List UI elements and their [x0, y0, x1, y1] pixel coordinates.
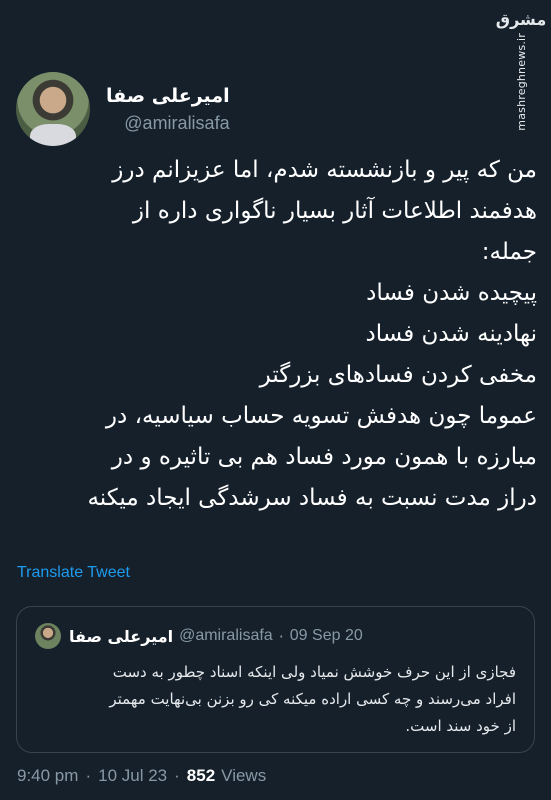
quoted-tweet-text: فجازی از این حرف خوشش نمیاد ولی اینکه اس… [33, 659, 516, 740]
author-names: امیرعلی صفا @amiralisafa [106, 85, 230, 134]
tweet-meta: 9:40 pm · 10 Jul 23 · 852 Views [17, 766, 266, 786]
quoted-line: فجازی از این حرف خوشش نمیاد ولی اینکه اس… [112, 663, 516, 681]
tweet-line: نهادینه شدن فساد [365, 321, 537, 347]
quoted-line: افراد می‌رسند و چه کسی اراده میکنه کی رو… [109, 690, 516, 708]
quoted-line: از خود سند است. [405, 717, 516, 735]
tweet-line: هدفمند اطلاعات آثار بسیار ناگواری داره ا… [132, 198, 537, 224]
tweet-date[interactable]: 10 Jul 23 [98, 766, 167, 786]
tweet-line: من که پیر و بازنشسته شدم، اما عزیزانم در… [112, 157, 537, 183]
tweet-text: من که پیر و بازنشسته شدم، اما عزیزانم در… [14, 150, 537, 519]
tweet-line: مبارزه با همون مورد فساد هم بی تاثیره و … [111, 444, 537, 470]
watermark-url: mashreghnews.ir [514, 33, 528, 131]
mashregh-logo: مشرق [495, 10, 547, 29]
quoted-author-handle: @amiralisafa [179, 627, 273, 644]
quoted-tweet-date: 09 Sep 20 [289, 627, 363, 644]
tweet-time[interactable]: 9:40 pm [17, 766, 78, 786]
quoted-author-avatar [35, 623, 61, 649]
tweet-header: امیرعلی صفا @amiralisafa [16, 72, 230, 146]
tweet-line: مخفی کردن فسادهای بزرگتر [259, 362, 537, 388]
translate-tweet-link[interactable]: Translate Tweet [17, 564, 130, 582]
tweet-line: عموما چون هدفش تسویه حساب سیاسیه، در [105, 403, 537, 429]
quoted-tweet-card[interactable]: امیرعلی صفا @amiralisafa · 09 Sep 20 فجا… [16, 606, 535, 753]
quoted-separator: · [278, 626, 284, 646]
meta-separator: · [85, 766, 92, 785]
author-display-name[interactable]: امیرعلی صفا [106, 85, 230, 107]
tweet-line: دراز مدت نسبت به فساد سرشدگی ایجاد میکنه [87, 485, 537, 511]
author-avatar[interactable] [16, 72, 90, 146]
views-label: Views [221, 766, 267, 785]
quoted-author-name: امیرعلی صفا [69, 626, 174, 646]
tweet-line: جمله: [481, 239, 537, 265]
quoted-tweet-header: امیرعلی صفا @amiralisafa · 09 Sep 20 [35, 623, 363, 649]
tweet-line: پیچیده شدن فساد [366, 280, 537, 306]
meta-separator: · [174, 766, 180, 785]
views-count: 852 [186, 766, 216, 785]
mashregh-watermark: مشرق mashreghnews.ir [496, 10, 546, 131]
author-handle[interactable]: @amiralisafa [124, 113, 229, 134]
